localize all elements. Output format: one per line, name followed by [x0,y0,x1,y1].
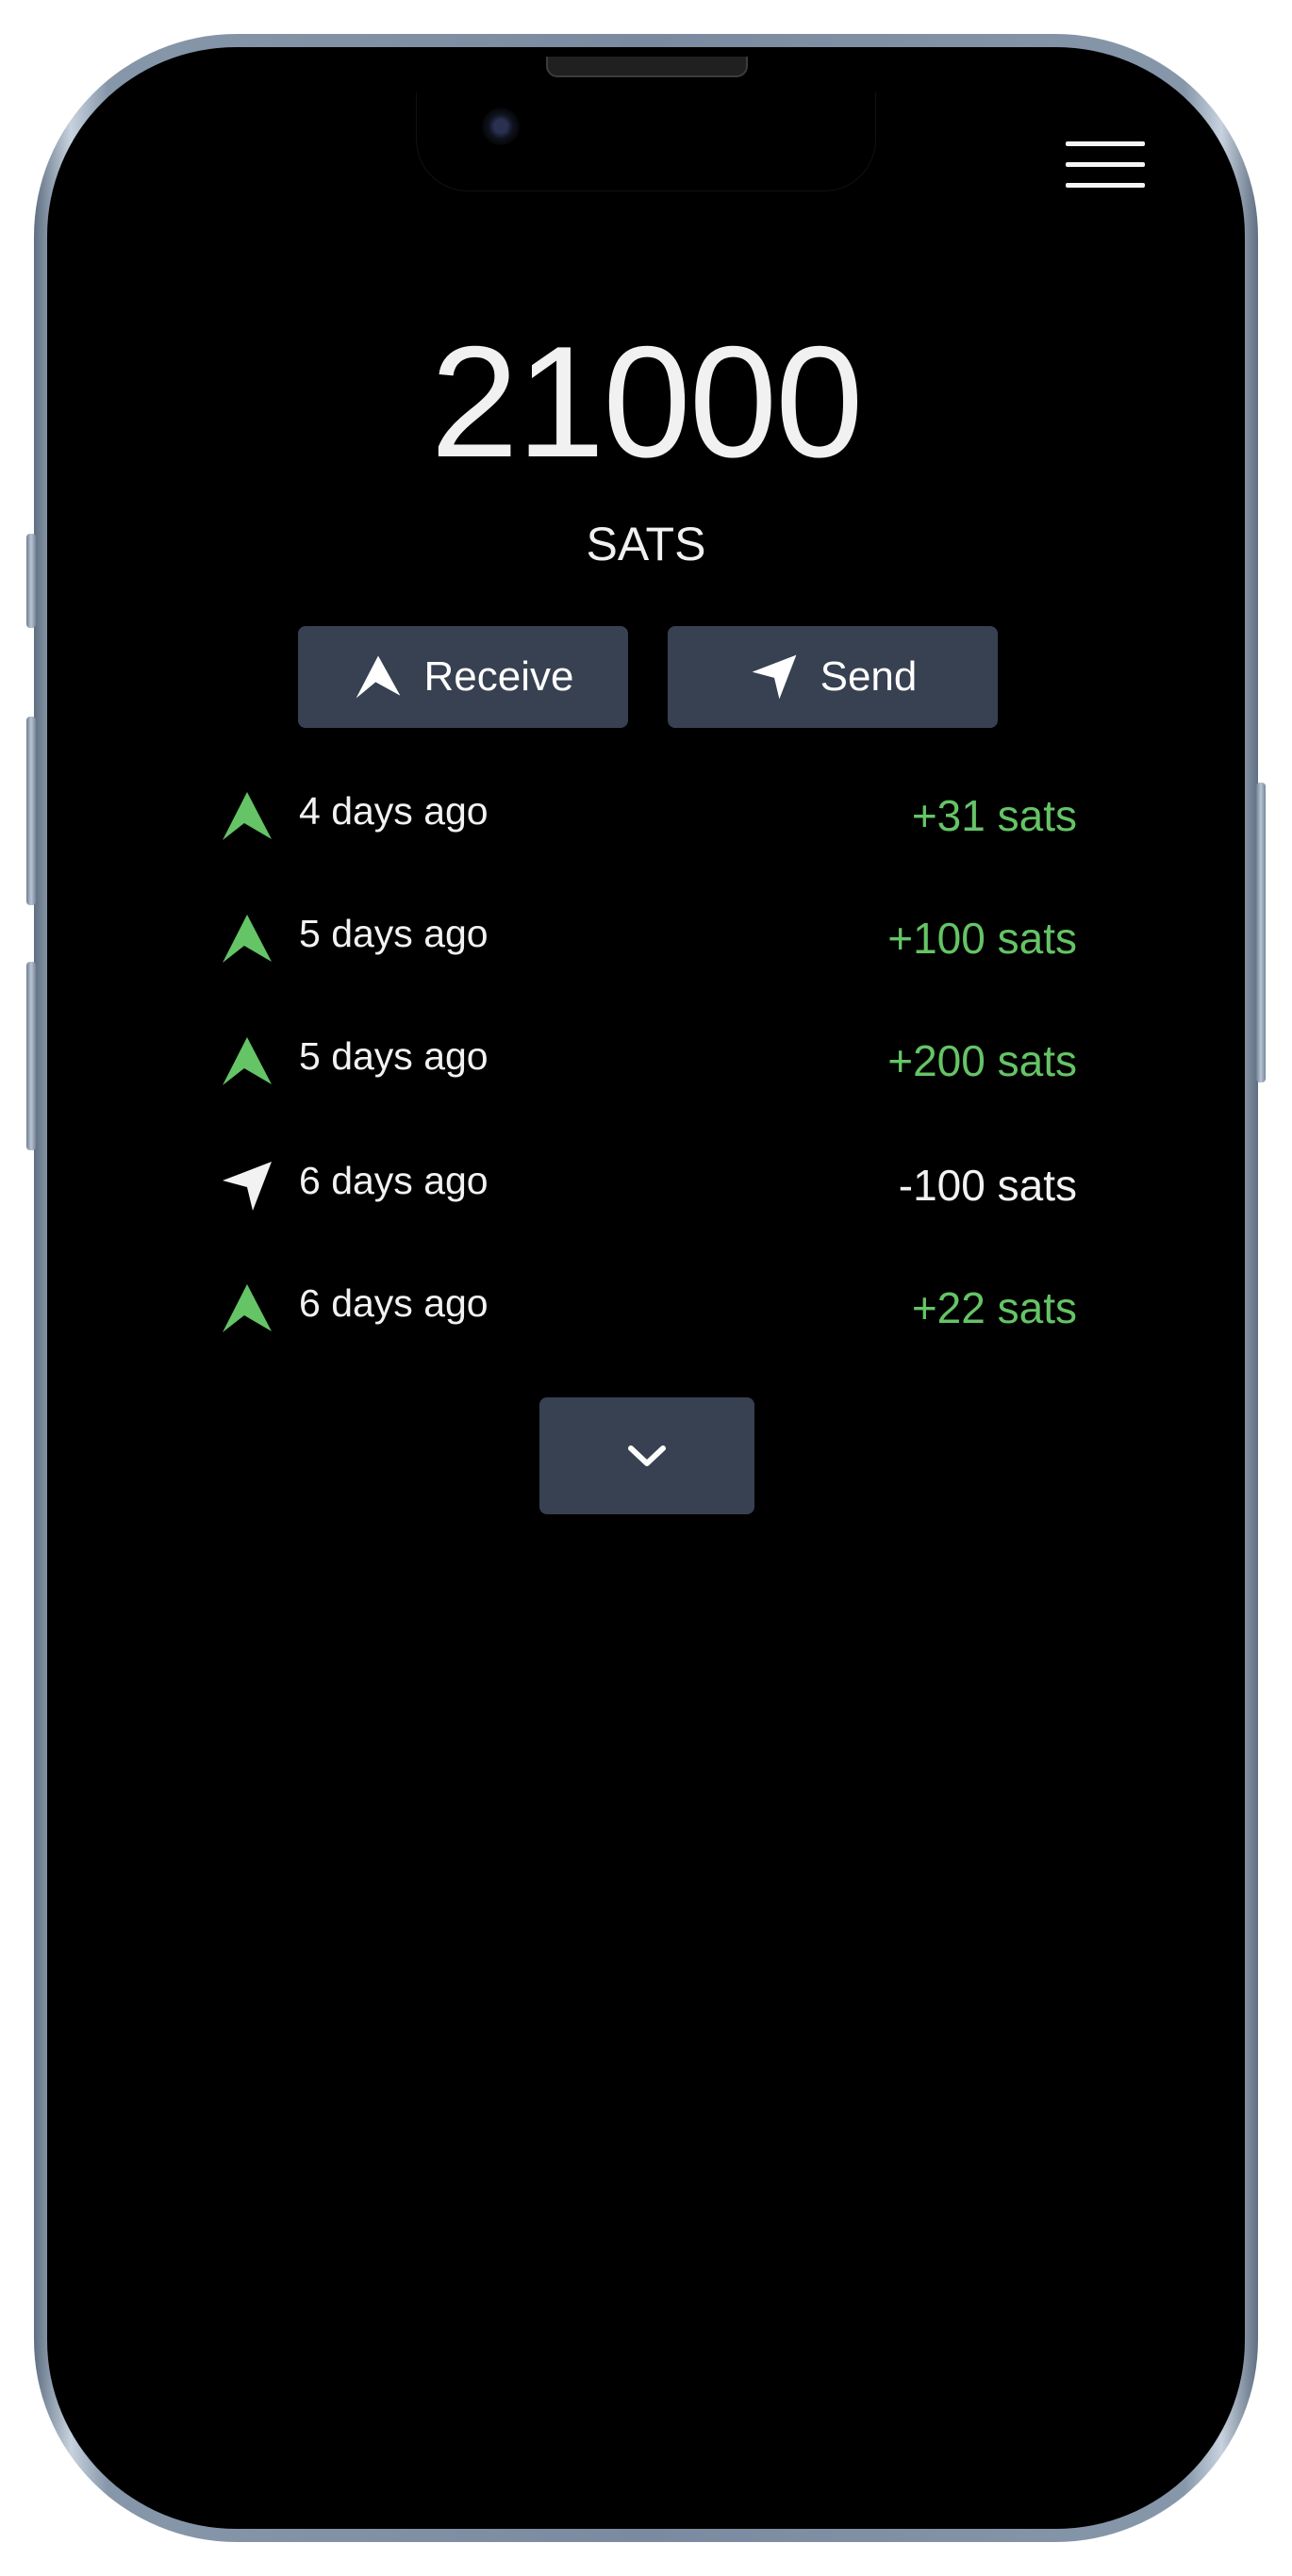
transaction-time: 6 days ago [299,1281,489,1325]
send-label: Send [820,653,918,700]
balance-unit: SATS [586,518,706,570]
receive-arrow-icon [223,1284,272,1332]
transaction-amount: -100 sats [898,1161,1077,1210]
balance-amount: 21000 [430,313,863,490]
transaction-amount: +22 sats [911,1283,1077,1332]
transaction-row[interactable]: 5 days ago +100 sats [219,903,1077,975]
receive-arrow-icon [223,1037,272,1085]
send-button[interactable]: Send [668,626,998,728]
transaction-row[interactable]: 6 days ago -100 sats [219,1150,1077,1222]
send-arrow-icon [223,1162,272,1211]
transaction-time: 4 days ago [299,789,489,833]
transaction-time: 5 days ago [299,1034,489,1078]
notch [417,92,875,190]
receive-button[interactable]: Receive [298,626,628,728]
speaker-grille [546,57,748,77]
transaction-time: 5 days ago [299,912,489,955]
chevron-down-icon [628,1445,666,1466]
send-arrow-icon [752,654,797,700]
transaction-row[interactable]: 4 days ago +31 sats [219,781,1077,852]
transaction-amount: +200 sats [887,1036,1077,1085]
receive-arrow-icon [223,915,272,963]
receive-arrow-icon [356,655,400,699]
load-more-button[interactable] [539,1397,754,1514]
hamburger-menu-icon[interactable] [1060,138,1147,194]
receive-label: Receive [423,653,574,700]
side-button-volume-up [26,717,36,905]
side-button-power [1256,783,1266,1082]
transaction-amount: +31 sats [911,791,1077,840]
front-camera [482,107,520,145]
transaction-time: 6 days ago [299,1159,489,1202]
side-button-silent [26,534,36,628]
transaction-amount: +100 sats [887,914,1077,963]
side-button-volume-down [26,962,36,1150]
transaction-row[interactable]: 5 days ago +200 sats [219,1026,1077,1098]
receive-arrow-icon [223,792,272,840]
transaction-row[interactable]: 6 days ago +22 sats [219,1273,1077,1345]
